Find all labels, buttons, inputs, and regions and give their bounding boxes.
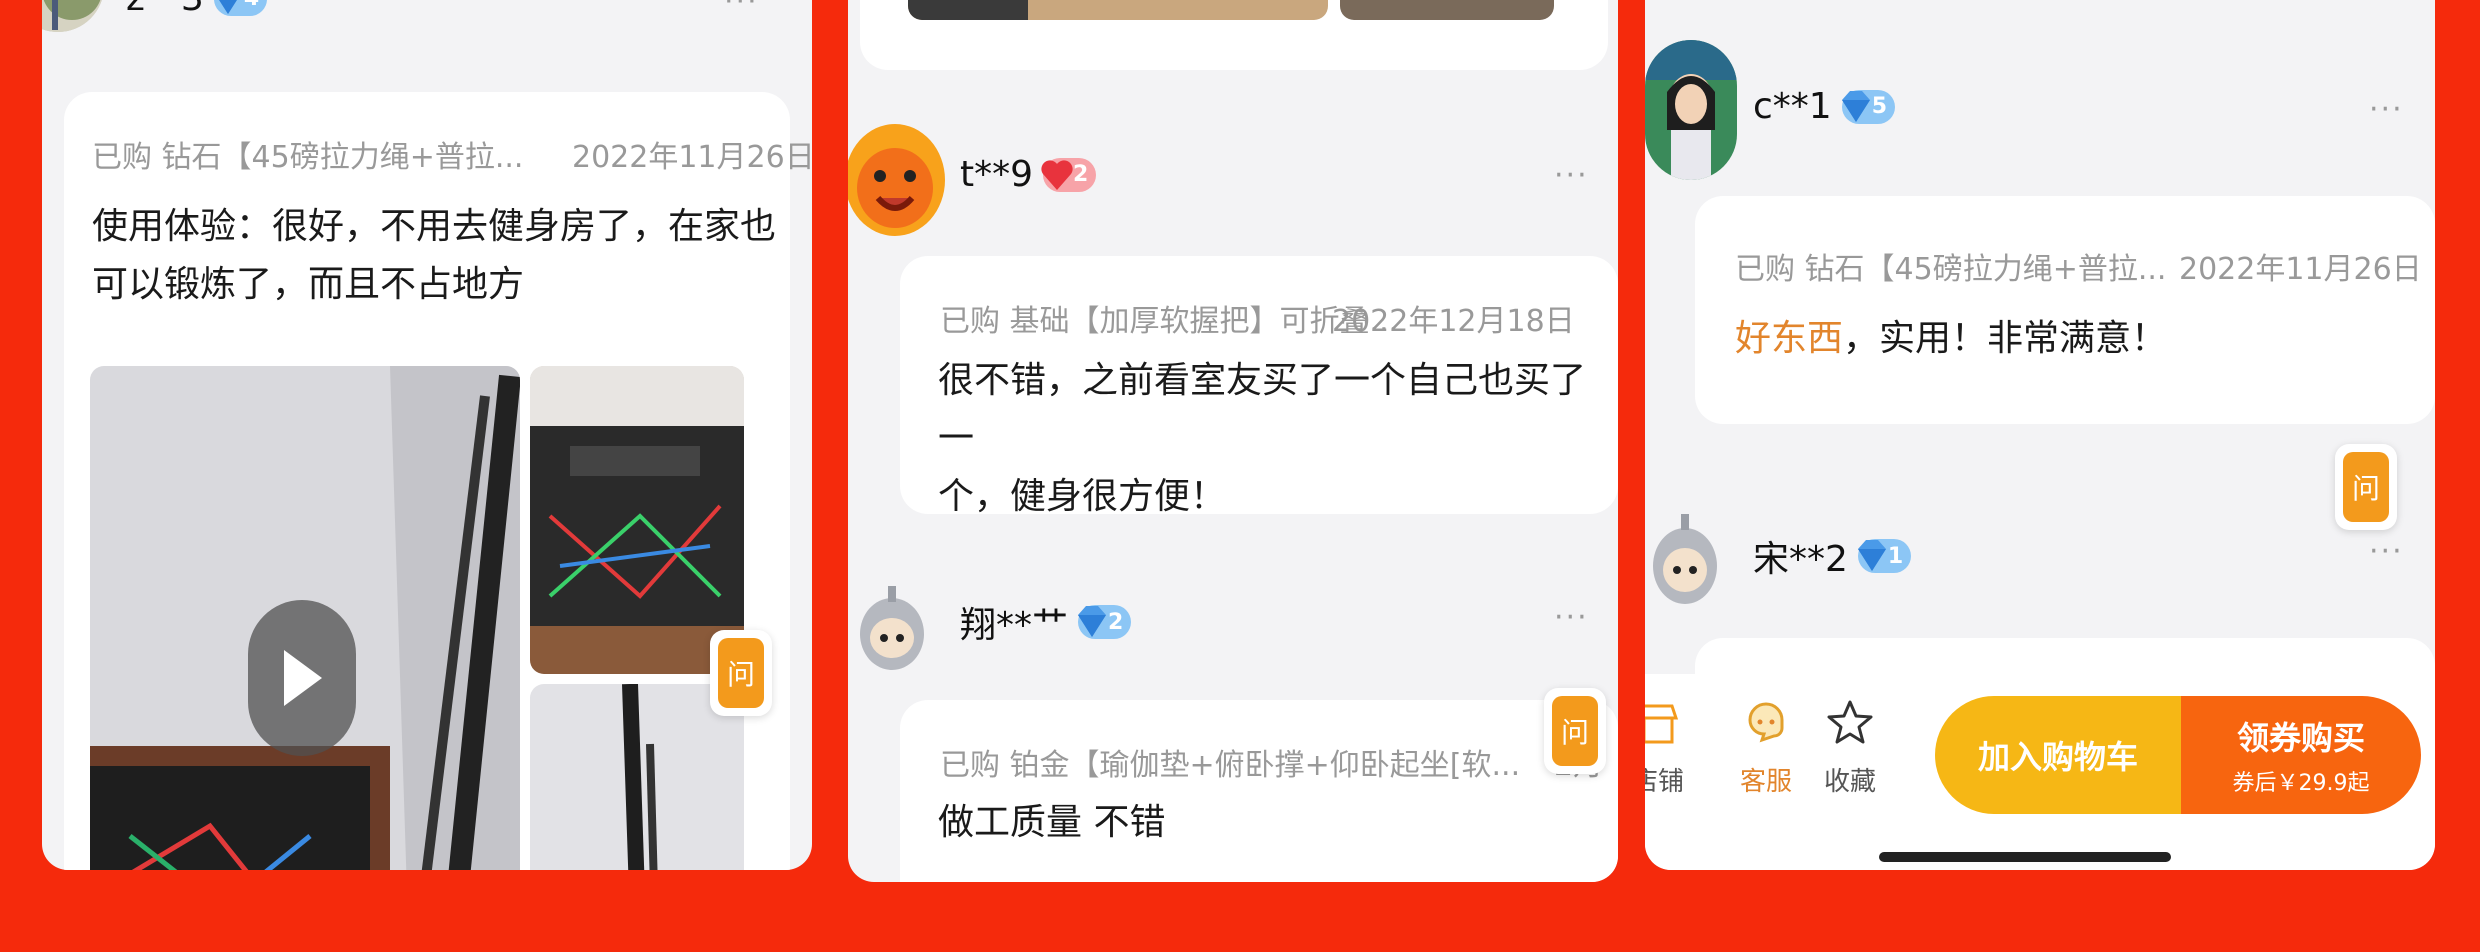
more-options-icon[interactable]: ··· [1554,158,1589,193]
review-text-rest: ，实用！非常满意！ [1843,318,2168,359]
user-avatar[interactable] [848,118,950,238]
member-level-badge: 2 [1078,605,1132,639]
diamond-icon [1078,606,1107,637]
add-to-cart-button[interactable]: 加入购物车 [1935,696,2181,814]
review-image[interactable] [530,684,744,870]
member-level-badge: 4 [213,0,268,16]
review-panel-1: z**3 4 ··· 已购 钻石【45磅拉力绳+普拉... 2022年11月26… [42,0,812,870]
bottom-action-bar: 店铺 客服 收藏 加入购物车 领券购买 券后￥29.9起 [1645,674,2435,870]
tab-store[interactable]: 店铺 [1645,702,1693,798]
tab-customer-service-label: 客服 [1739,767,1792,797]
username-text: 宋**2 [1753,539,1848,580]
review-date: 2022年11月26日 [2179,252,2422,287]
username-text: c**1 [1753,86,1832,127]
store-icon [1645,704,1679,744]
review-card: 已购 钻石【45磅拉力绳+普拉... 2022年11月26日 好东西，实用！非常… [1695,196,2435,424]
username[interactable]: 翔**艹 2 [960,596,1132,648]
review-card: 已购 铂金【瑜伽垫+俯卧撑+仰卧起坐[软... 2月 做工质量 不错 [900,700,1618,882]
home-indicator [1879,852,2171,862]
diamond-icon [1841,90,1870,122]
diamond-icon [1857,540,1886,571]
member-level-badge: 1 [1857,539,1912,573]
coupon-buy-label: 领券购买 [2236,719,2365,757]
ask-question-button[interactable]: 问 [1544,688,1606,774]
review-text: 使用体验：很好，不用去健身房了，在家也 可以锻炼了，而且不占地方 [92,198,776,314]
review-date: 2022年11月26日 [572,140,812,175]
review-text: 很不错，之前看室友买了一个自己也买了一 个，健身很方便！ [938,352,1618,526]
review-text: 做工质量 不错 [938,802,1166,843]
user-avatar[interactable] [42,0,104,32]
coupon-price-label: 券后￥29.9起 [2232,771,2370,796]
review-image[interactable] [1340,0,1554,20]
username-text: 翔**艹 [960,605,1069,646]
username[interactable]: t**9 2 [960,154,1097,195]
username[interactable]: z**3 4 [126,0,268,19]
review-date: 2022年12月18日 [1332,304,1575,339]
tab-customer-service[interactable]: 客服 [1731,698,1801,798]
review-text-line: 个，健身很方便！ [938,476,1227,517]
purchased-variant: 已购 钻石【45磅拉力绳+普拉... [1735,252,2167,287]
review-image[interactable] [530,366,744,674]
customer-service-icon [1748,702,1784,743]
tab-favorite-label: 收藏 [1823,767,1876,797]
review-text-line: 使用体验：很好，不用去健身房了，在家也 [92,206,777,247]
review-text: 好东西，实用！非常满意！ [1735,310,2167,368]
ask-question-button[interactable]: 问 [710,630,772,716]
heart-icon [1041,159,1073,190]
username-text: z**3 [126,0,204,19]
review-panel-2: t**9 2 ··· 已购 基础【加厚软握把】可折叠... 2022年12月18… [848,0,1618,882]
diamond-icon [219,0,237,14]
review-text-line: 可以锻炼了，而且不占地方 [92,264,525,305]
tab-store-label: 店铺 [1645,767,1684,797]
username[interactable]: c**1 5 [1753,86,1896,127]
username[interactable]: 宋**2 1 [1753,530,1912,582]
add-to-cart-label: 加入购物车 [1977,738,2138,776]
star-icon [1827,700,1873,744]
purchased-variant: 已购 基础【加厚软握把】可折叠... [940,304,1399,339]
review-card: 已购 钻石【45磅拉力绳+普拉... 2022年11月26日 使用体验：很好，不… [64,92,812,870]
user-avatar[interactable] [854,578,930,678]
member-level-badge: 5 [1841,89,1896,124]
user-avatar[interactable] [1645,40,1737,180]
more-options-icon[interactable]: ··· [1554,600,1589,635]
more-options-icon[interactable]: ··· [2369,534,2404,569]
review-text-highlight: 好东西 [1735,318,1844,359]
more-options-icon[interactable]: ··· [724,0,759,19]
username-text: t**9 [960,154,1034,195]
purchased-variant: 已购 钻石【45磅拉力绳+普拉... [92,140,524,175]
review-card [860,0,1608,70]
review-text-line: 很不错，之前看室友买了一个自己也买了一 [938,360,1587,459]
play-button-icon[interactable] [248,600,356,756]
tab-favorite[interactable]: 收藏 [1815,698,1885,798]
purchased-variant: 已购 铂金【瑜伽垫+俯卧撑+仰卧起坐[软... [940,748,1521,783]
member-level-badge: 2 [1041,157,1097,192]
review-card: 已购 基础【加厚软握把】可折叠... 2022年12月18日 很不错，之前看室友… [900,256,1618,517]
coupon-buy-button[interactable]: 领券购买 券后￥29.9起 [2181,696,2421,814]
user-avatar[interactable] [1647,500,1723,624]
review-panel-3: c**1 5 ··· 已购 钻石【45磅拉力绳+普拉... 2022年11月26… [1645,0,2435,870]
ask-question-button[interactable]: 问 [2335,444,2397,530]
more-options-icon[interactable]: ··· [2369,92,2404,127]
review-image[interactable] [908,0,1328,20]
